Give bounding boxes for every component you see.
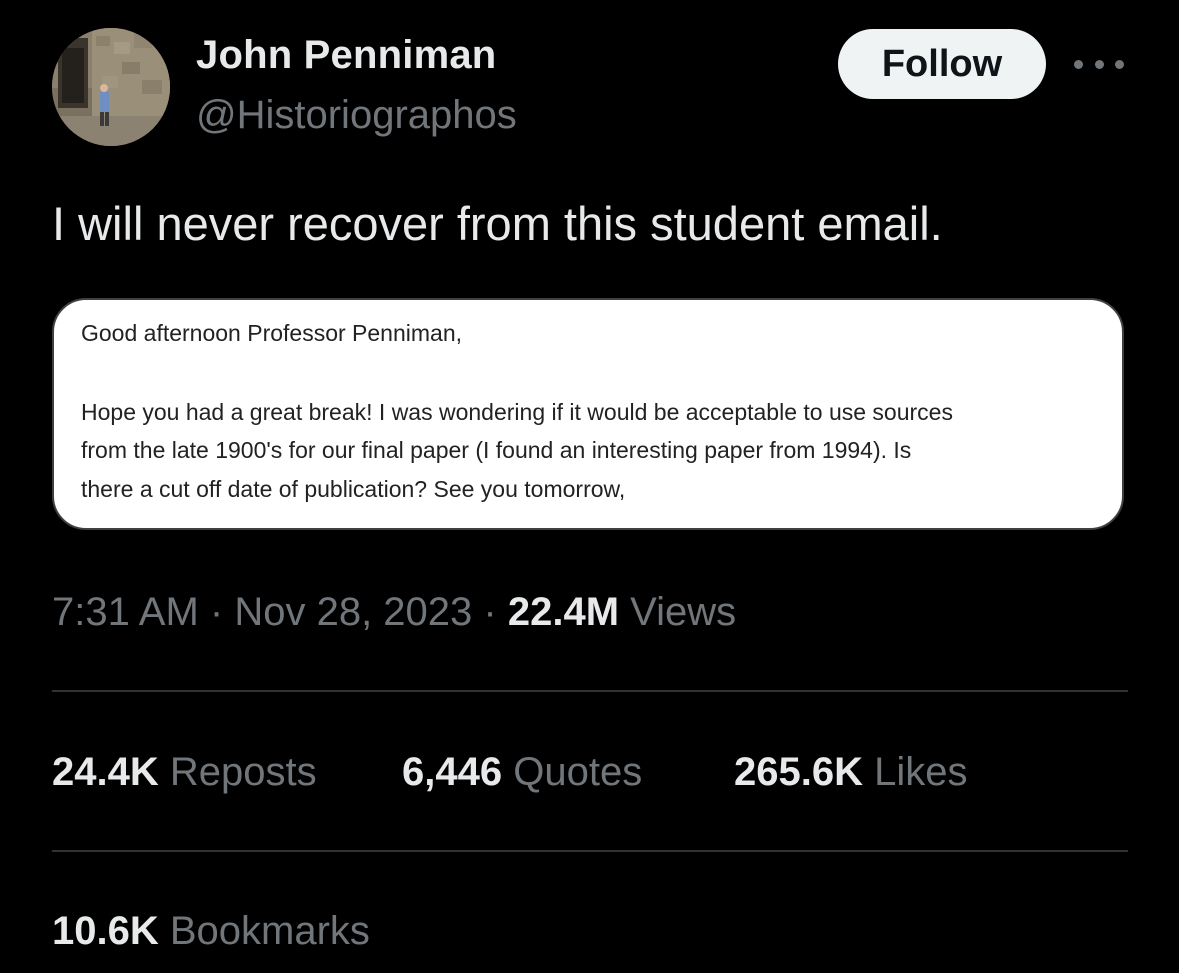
dot <box>1074 59 1083 69</box>
email-screenshot[interactable]: Good afternoon Professor Penniman, Hope … <box>52 298 1124 530</box>
tweet-text: I will never recover from this student e… <box>52 197 943 250</box>
quotes-stat[interactable]: 6,446 Quotes <box>402 750 642 795</box>
likes-label: Likes <box>874 750 968 794</box>
quotes-count: 6,446 <box>402 750 503 794</box>
quotes-label: Quotes <box>513 750 643 794</box>
author-handle[interactable]: @Historiographos <box>196 93 517 138</box>
views-label: Views <box>630 590 737 634</box>
email-line: from the late 1900's for our final paper… <box>81 437 912 463</box>
reposts-count: 24.4K <box>52 750 159 794</box>
reposts-stat[interactable]: 24.4K Reposts <box>52 750 317 795</box>
bookmarks-label: Bookmarks <box>169 909 370 953</box>
more-horizontal-icon[interactable] <box>1074 52 1124 76</box>
tweet-date[interactable]: Nov 28, 2023 <box>234 590 472 634</box>
dot <box>1115 59 1124 69</box>
likes-count: 265.6K <box>734 750 863 794</box>
avatar-photo <box>52 28 170 146</box>
likes-stat[interactable]: 265.6K Likes <box>734 750 968 795</box>
divider <box>52 690 1128 692</box>
email-greeting: Good afternoon Professor Penniman, <box>81 320 463 346</box>
tweet-time[interactable]: 7:31 AM <box>52 590 199 634</box>
divider <box>52 850 1128 852</box>
reposts-label: Reposts <box>169 750 317 794</box>
avatar[interactable] <box>52 28 170 146</box>
bookmarks-count: 10.6K <box>52 909 159 953</box>
email-line: Hope you had a great break! I was wonder… <box>81 399 953 425</box>
meta-separator: · <box>209 590 224 634</box>
bookmarks-stat[interactable]: 10.6K Bookmarks <box>52 909 370 954</box>
tweet: John Penniman @Historiographos Follow I … <box>0 0 1179 973</box>
tweet-meta: 7:31 AM · Nov 28, 2023 · 22.4M Views <box>52 590 736 635</box>
follow-button[interactable]: Follow <box>838 29 1046 99</box>
dot <box>1094 59 1104 69</box>
author-name[interactable]: John Penniman <box>196 33 496 78</box>
meta-separator: · <box>483 590 497 634</box>
views-count: 22.4M <box>507 590 620 634</box>
email-line: there a cut off date of publication? See… <box>81 476 626 502</box>
